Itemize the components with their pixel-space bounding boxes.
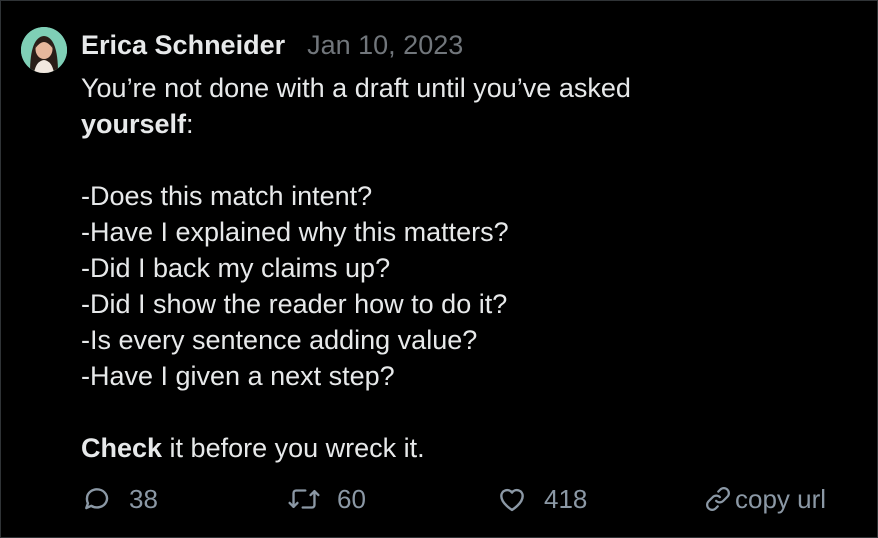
tweet-line: You’re not done with a draft until you’v…	[81, 73, 631, 103]
author-name[interactable]: Erica Schneider	[81, 30, 285, 61]
tweet-line-rest: :	[186, 109, 194, 139]
closing-rest: it before you wreck it.	[162, 433, 425, 463]
closing-line: Check it before you wreck it.	[81, 430, 861, 466]
retweet-arrows-icon	[287, 483, 321, 515]
question-item: -Have I given a next step?	[81, 361, 395, 391]
link-icon	[703, 484, 733, 514]
like-count: 418	[544, 483, 588, 514]
question-item: -Did I back my claims up?	[81, 253, 391, 283]
emphasis-text: Check	[81, 433, 163, 463]
retweet-button[interactable]: 60	[287, 481, 366, 517]
speech-bubble-icon	[81, 483, 113, 515]
emphasis-text: yourself	[81, 109, 187, 139]
like-button[interactable]: 418	[496, 481, 587, 517]
copy-url-button[interactable]: copy url	[703, 481, 826, 517]
tweet-line: yourself:	[81, 106, 861, 142]
tweet-header: Erica Schneider Jan 10, 2023	[81, 30, 463, 64]
heart-icon	[496, 483, 528, 515]
question-item: -Is every sentence adding value?	[81, 325, 478, 355]
action-bar: 38 60 418 copy url	[81, 481, 861, 517]
avatar[interactable]	[21, 27, 67, 73]
tweet-text: You’re not done with a draft until you’v…	[81, 70, 861, 466]
reply-button[interactable]: 38	[81, 481, 158, 517]
tweet-card: Erica Schneider Jan 10, 2023 You’re not …	[0, 0, 878, 538]
question-item: -Did I show the reader how to do it?	[81, 289, 508, 319]
question-item: -Does this match intent?	[81, 181, 373, 211]
avatar-image	[21, 27, 67, 73]
reply-count: 38	[129, 483, 158, 514]
retweet-count: 60	[337, 483, 366, 514]
tweet-date[interactable]: Jan 10, 2023	[307, 30, 463, 61]
copy-url-label: copy url	[735, 483, 827, 514]
question-item: -Have I explained why this matters?	[81, 217, 509, 247]
